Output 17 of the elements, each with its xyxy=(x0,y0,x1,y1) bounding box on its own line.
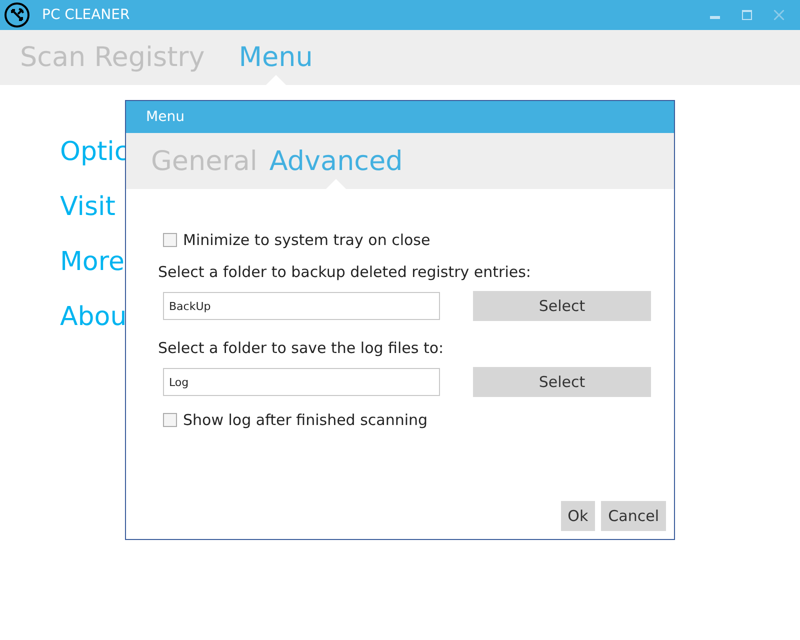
window-title: PC CLEANER xyxy=(42,7,131,23)
field-label: Select a folder to backup deleted registry entries: xyxy=(158,262,532,283)
folder-field[interactable]: BackUp xyxy=(163,292,440,320)
dialog-button[interactable]: Ok xyxy=(560,501,596,531)
dialog-button[interactable]: Cancel xyxy=(601,501,666,531)
select-button[interactable]: Select xyxy=(473,367,651,397)
checkbox[interactable] xyxy=(163,233,177,247)
checkbox[interactable] xyxy=(163,413,177,427)
maximize-icon[interactable] xyxy=(742,10,752,20)
wrench-icon xyxy=(4,2,30,28)
folder-field[interactable]: Log xyxy=(163,368,440,396)
dialog-title: Menu xyxy=(126,101,674,133)
checkbox-label[interactable]: Show log after finished scanning xyxy=(183,411,428,429)
select-button[interactable]: Select xyxy=(473,291,651,321)
close-icon[interactable] xyxy=(774,10,784,20)
checkbox-label[interactable]: Minimize to system tray on close xyxy=(183,231,430,249)
field-label: Select a folder to save the log files to: xyxy=(158,338,445,359)
